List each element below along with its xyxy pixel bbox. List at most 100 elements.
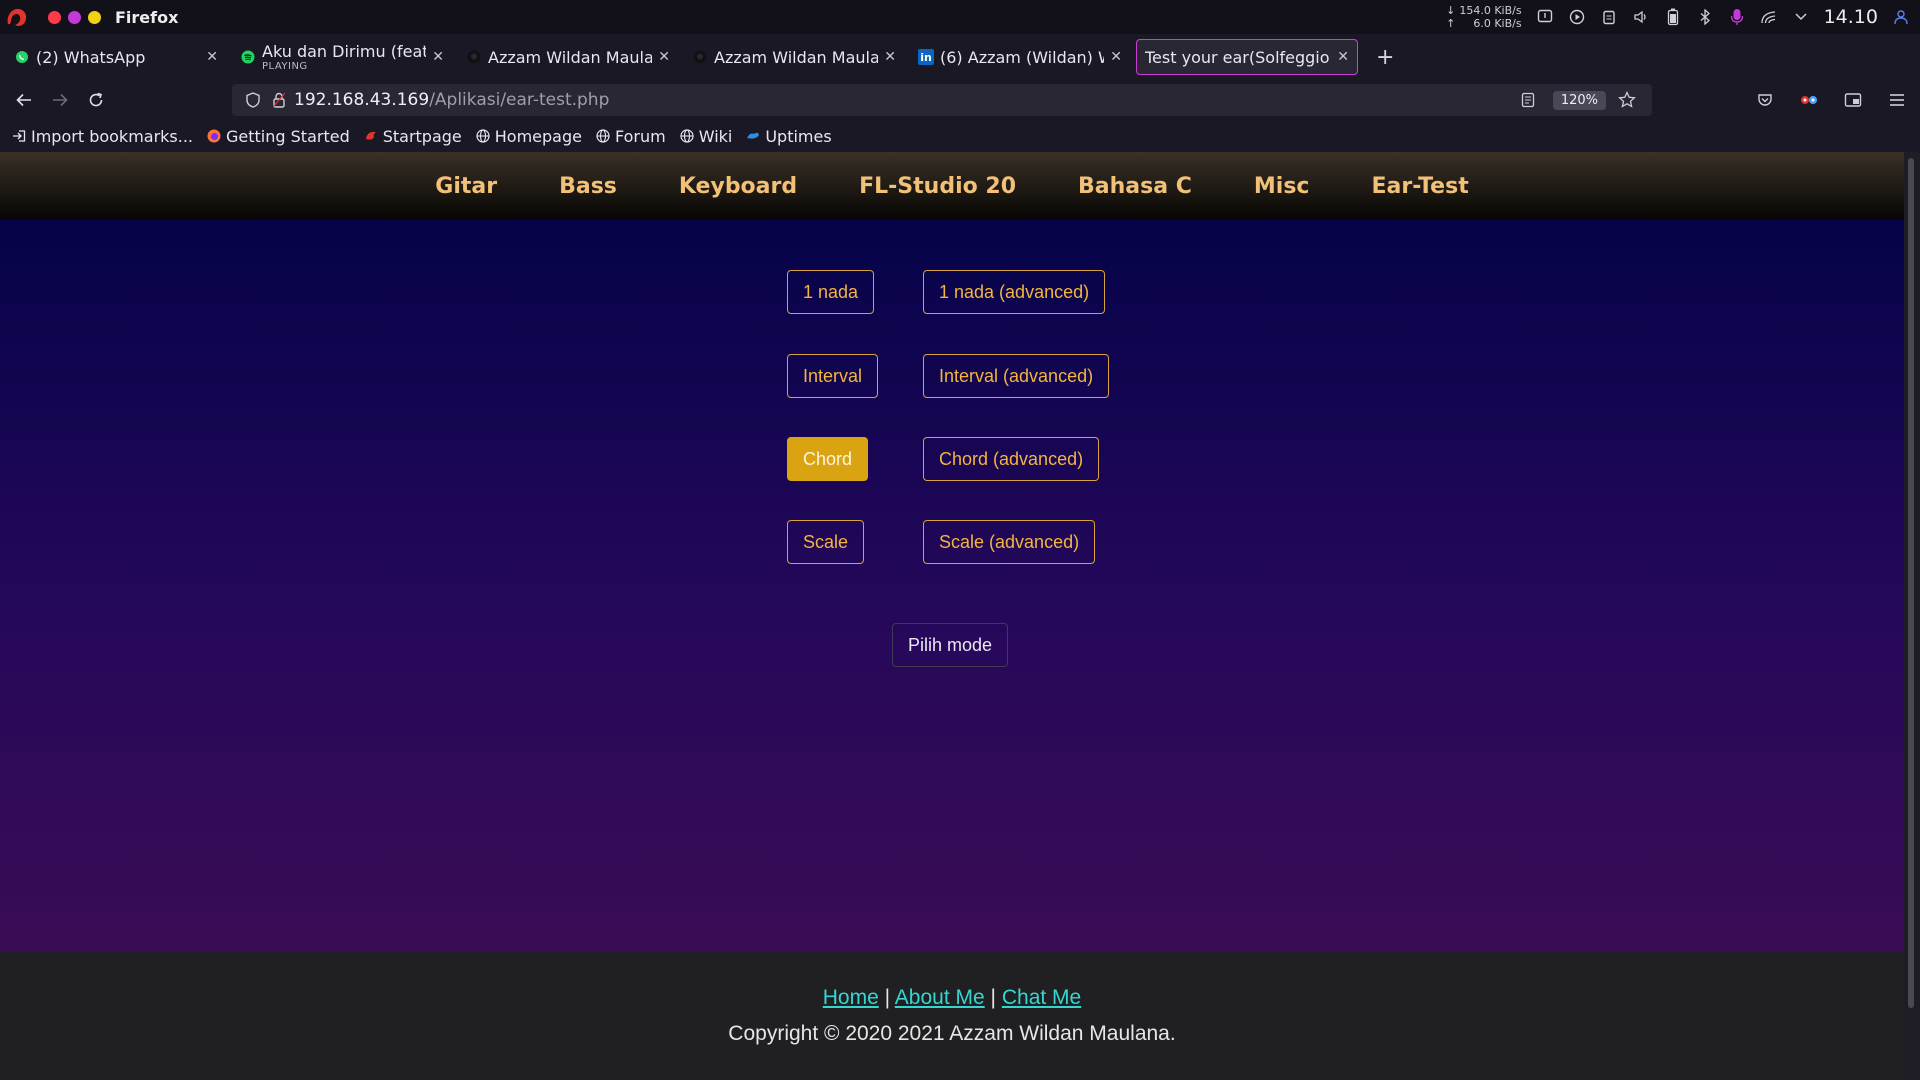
close-tab-icon[interactable]: ✕ bbox=[206, 49, 218, 65]
network-speed: ↓ ↑ 154.0 KiB/s 6.0 KiB/s bbox=[1446, 4, 1521, 30]
bookmark-label: Startpage bbox=[382, 126, 462, 146]
bookmark-getting-started[interactable]: Getting Started bbox=[207, 127, 350, 146]
extension-mask-icon[interactable] bbox=[1798, 93, 1820, 107]
bookmark-label: Import bookmarks... bbox=[31, 126, 194, 146]
globe-icon bbox=[476, 129, 490, 143]
close-tab-icon[interactable]: ✕ bbox=[432, 49, 444, 65]
url-host: 192.168.43.169 bbox=[294, 90, 430, 110]
bookmark-forum[interactable]: Forum bbox=[596, 127, 666, 146]
tab-title: Azzam Wildan Maulan bbox=[714, 47, 879, 67]
notification-icon[interactable] bbox=[1536, 8, 1554, 26]
mode-interval-advanced-button[interactable]: Interval (advanced) bbox=[923, 354, 1110, 398]
tab-playing-status: PLAYING bbox=[262, 61, 308, 72]
bookmark-homepage[interactable]: Homepage bbox=[476, 127, 582, 146]
reload-icon bbox=[89, 92, 103, 107]
nav-link-fl-studio[interactable]: FL-Studio 20 bbox=[859, 174, 1016, 199]
wifi-icon[interactable] bbox=[1760, 8, 1778, 26]
nav-link-misc[interactable]: Misc bbox=[1254, 174, 1310, 199]
mode-chord-button[interactable]: Chord bbox=[787, 437, 869, 481]
arrow-left-icon bbox=[16, 93, 31, 107]
net-down-speed: 154.0 KiB/s bbox=[1459, 4, 1522, 17]
tab-spotify[interactable]: Aku dan Dirimu (feat. PLAYING ✕ bbox=[232, 39, 452, 75]
media-play-icon[interactable] bbox=[1568, 8, 1586, 26]
footer-separator: | bbox=[990, 986, 996, 1009]
linkedin-icon: in bbox=[918, 49, 934, 65]
footer-link-home[interactable]: Home bbox=[823, 986, 879, 1009]
nav-link-ear-test[interactable]: Ear-Test bbox=[1371, 174, 1468, 199]
lock-icon[interactable] bbox=[268, 92, 290, 108]
mode-1-nada-button[interactable]: 1 nada bbox=[787, 270, 875, 314]
url-path: /Aplikasi/ear-test.php bbox=[429, 90, 610, 110]
close-tab-icon[interactable]: ✕ bbox=[1337, 49, 1349, 65]
user-icon[interactable] bbox=[1892, 8, 1910, 26]
tab-whatsapp[interactable]: (2) WhatsApp ✕ bbox=[6, 39, 226, 75]
tab-github-1[interactable]: Azzam Wildan Maulan ✕ bbox=[458, 39, 678, 75]
bookmark-import[interactable]: Import bookmarks... bbox=[12, 127, 193, 146]
reader-view-icon[interactable] bbox=[1517, 92, 1539, 108]
bookmark-label: Uptimes bbox=[765, 126, 832, 146]
download-arrow-icon: ↓ bbox=[1446, 4, 1456, 17]
close-window-button[interactable] bbox=[48, 10, 61, 24]
mode-1-nada-advanced-button[interactable]: 1 nada (advanced) bbox=[923, 270, 1106, 314]
tab-ear-test[interactable]: Test your ear(Solfeggio) ✕ bbox=[1136, 39, 1358, 75]
chevron-down-icon[interactable] bbox=[1792, 8, 1810, 26]
bluetooth-icon[interactable] bbox=[1696, 8, 1714, 26]
site-navigation: Gitar Bass Keyboard FL-Studio 20 Bahasa … bbox=[0, 152, 1904, 220]
scrollbar-thumb[interactable] bbox=[1908, 158, 1914, 1008]
maximize-window-button[interactable] bbox=[68, 10, 81, 24]
shield-icon[interactable] bbox=[242, 92, 264, 108]
bookmark-startpage[interactable]: Startpage bbox=[364, 127, 462, 146]
nav-link-gitar[interactable]: Gitar bbox=[435, 174, 497, 199]
mode-scale-button[interactable]: Scale bbox=[787, 520, 865, 564]
nav-link-bass[interactable]: Bass bbox=[559, 174, 617, 199]
microphone-icon[interactable] bbox=[1728, 8, 1746, 26]
battery-icon[interactable] bbox=[1664, 8, 1682, 26]
spotify-icon bbox=[240, 49, 256, 65]
footer-links: Home | About Me | Chat Me bbox=[0, 986, 1904, 1010]
github-icon bbox=[692, 49, 708, 65]
nav-link-keyboard[interactable]: Keyboard bbox=[679, 174, 797, 199]
bookmarks-toolbar: Import bookmarks... Getting Started Star… bbox=[0, 120, 1920, 152]
tab-title: (2) WhatsApp bbox=[36, 47, 146, 67]
mode-interval-button[interactable]: Interval bbox=[787, 354, 879, 398]
nav-link-bahasa-c[interactable]: Bahasa C bbox=[1078, 174, 1192, 199]
screenshot-icon[interactable] bbox=[1842, 92, 1864, 108]
forward-button[interactable] bbox=[42, 84, 78, 116]
import-icon bbox=[12, 129, 26, 143]
tab-title: Aku dan Dirimu (feat. bbox=[262, 42, 427, 61]
startpage-icon bbox=[364, 129, 378, 143]
uptimes-icon bbox=[746, 129, 760, 143]
reload-button[interactable] bbox=[78, 84, 114, 116]
tab-linkedin[interactable]: in (6) Azzam (Wildan) Wi ✕ bbox=[910, 39, 1130, 75]
page-scrollbar[interactable] bbox=[1904, 152, 1920, 1080]
pocket-icon[interactable] bbox=[1754, 92, 1776, 108]
bookmark-star-icon[interactable] bbox=[1616, 91, 1638, 109]
bookmark-label: Forum bbox=[614, 126, 666, 146]
tab-github-2[interactable]: Azzam Wildan Maulan ✕ bbox=[684, 39, 904, 75]
new-tab-button[interactable]: + bbox=[1376, 45, 1394, 70]
footer-link-about[interactable]: About Me bbox=[895, 986, 985, 1009]
web-page: Gitar Bass Keyboard FL-Studio 20 Bahasa … bbox=[0, 152, 1904, 1080]
bookmark-wiki[interactable]: Wiki bbox=[680, 126, 733, 146]
mode-chord-advanced-button[interactable]: Chord (advanced) bbox=[923, 437, 1100, 481]
distro-logo-icon[interactable] bbox=[2, 2, 32, 32]
clipboard-icon[interactable] bbox=[1600, 8, 1618, 26]
close-tab-icon[interactable]: ✕ bbox=[1110, 49, 1122, 65]
mode-scale-advanced-button[interactable]: Scale (advanced) bbox=[923, 520, 1096, 564]
pilih-mode-button[interactable]: Pilih mode bbox=[892, 623, 1009, 667]
whatsapp-icon bbox=[14, 49, 30, 65]
tab-bar: (2) WhatsApp ✕ Aku dan Dirimu (feat. PLA… bbox=[0, 34, 1920, 80]
clock[interactable]: 14.10 bbox=[1824, 6, 1878, 28]
minimize-window-button[interactable] bbox=[88, 10, 101, 24]
footer-link-chat[interactable]: Chat Me bbox=[1002, 986, 1081, 1009]
bookmark-label: Wiki bbox=[698, 126, 733, 146]
close-tab-icon[interactable]: ✕ bbox=[658, 49, 670, 65]
back-button[interactable] bbox=[6, 84, 42, 116]
zoom-level-button[interactable]: 120% bbox=[1552, 90, 1606, 110]
hamburger-menu-icon[interactable] bbox=[1886, 93, 1908, 107]
ear-test-mode-panel: 1 nada 1 nada (advanced) Interval Interv… bbox=[0, 220, 1904, 952]
volume-icon[interactable] bbox=[1632, 8, 1650, 26]
bookmark-uptimes[interactable]: Uptimes bbox=[746, 126, 832, 146]
close-tab-icon[interactable]: ✕ bbox=[884, 49, 896, 65]
url-bar[interactable]: 192.168.43.169/Aplikasi/ear-test.php 120… bbox=[232, 84, 1652, 116]
